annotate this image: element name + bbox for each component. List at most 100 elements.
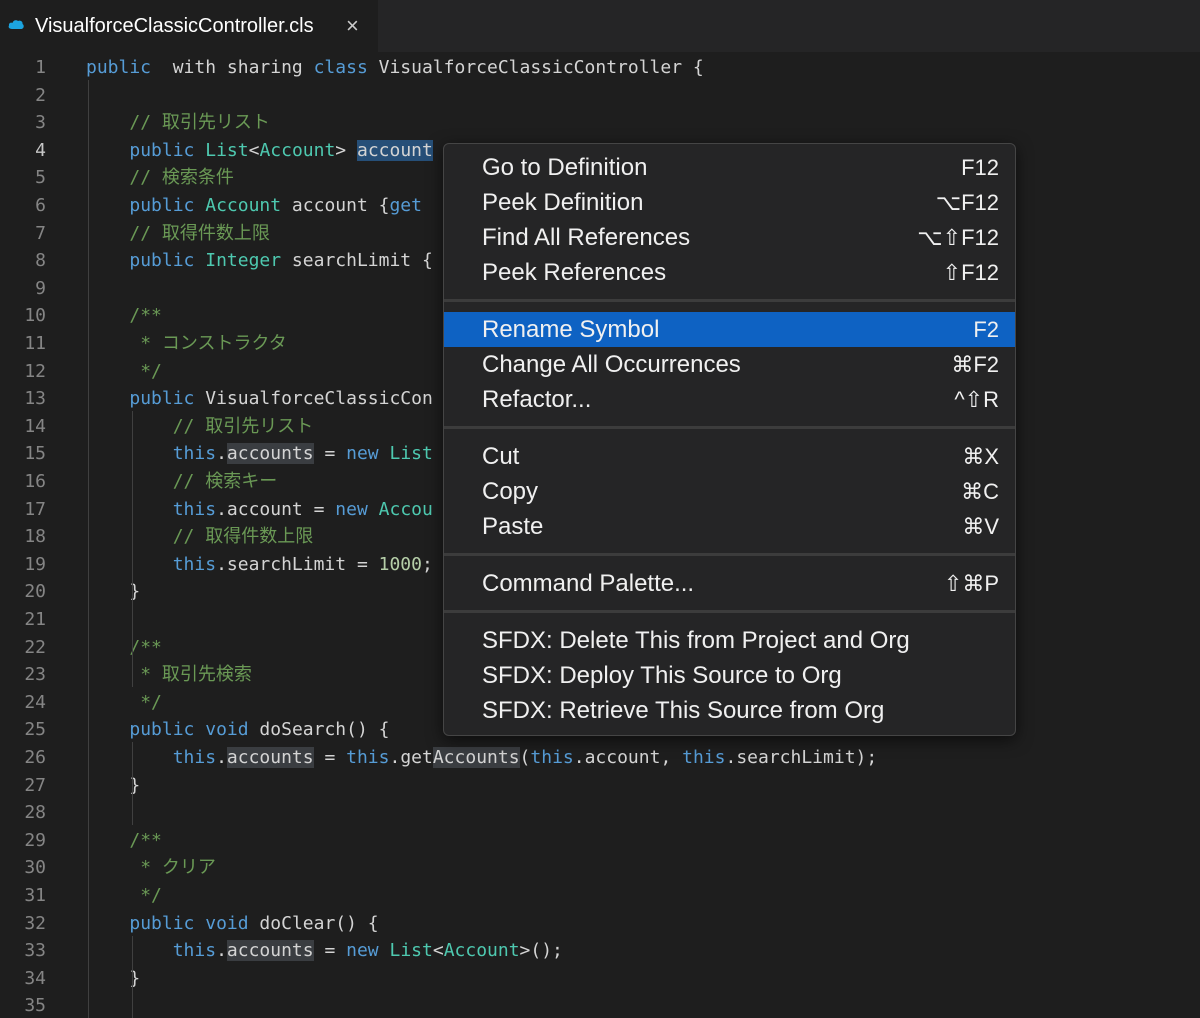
code-text: public void doSearch() { [86,715,389,745]
code-line[interactable]: 31 */ [0,881,1200,909]
code-token: public [129,912,195,934]
menu-item-rename-symbol[interactable]: Rename Symbol F2 [444,312,1015,347]
code-token: with sharing [151,57,314,78]
code-token: accounts [226,747,314,768]
code-token: ; [421,553,433,575]
menu-item-shortcut: ⌘C [961,479,999,504]
line-number: 26 [24,747,46,768]
line-number: 20 [24,581,46,603]
menu-item-shortcut: ^⇧R [954,387,999,412]
code-line[interactable]: 28 [0,798,1200,826]
code-text: this.searchLimit = 1000; [86,550,433,580]
code-text: */ [86,881,162,911]
menu-item-refactor[interactable]: Refactor... ^⇧R [444,382,1015,417]
menu-item-command-palette[interactable]: Command Palette... ⇧⌘P [444,566,1015,601]
code-line[interactable]: 32 public void doClear() { [0,909,1200,937]
menu-item-shortcut: ⌘F2 [951,352,999,377]
code-token: VisualforceClassicController { [367,57,704,78]
line-number: 6 [35,195,46,216]
code-token: new [346,443,379,465]
code-token: this [172,553,217,575]
code-text: /** [86,633,162,663]
menu-item-copy[interactable]: Copy ⌘C [444,474,1015,509]
code-token: doSearch() { [248,719,390,741]
line-number: 27 [24,774,46,796]
close-icon[interactable]: × [346,14,359,38]
line-number: 19 [24,553,46,575]
code-line[interactable]: 35 [0,991,1200,1018]
menu-item-sfdx-delete-this-from-project-and-org[interactable]: SFDX: Delete This from Project and Org [444,623,1015,658]
menu-item-cut[interactable]: Cut ⌘X [444,439,1015,474]
menu-separator [444,610,1015,613]
code-token: Accou [378,498,433,520]
code-token: */ [140,691,162,713]
code-token: >(); [519,940,563,962]
salesforce-cloud-icon [8,20,24,29]
line-number: 5 [35,167,46,189]
line-number: 8 [35,250,46,272]
code-token: . [216,747,227,768]
code-line[interactable]: 26 this.accounts = this.getAccounts(this… [0,743,1200,771]
code-line[interactable]: 2 [0,81,1200,109]
code-token: /** [129,636,162,658]
editor-tab[interactable]: VisualforceClassicController.cls × [0,0,378,52]
code-text: * コンストラクタ [86,329,287,359]
code-line[interactable]: 34 } [0,964,1200,992]
code-token: < [248,139,260,161]
code-text: public with sharing class VisualforceCla… [86,53,704,83]
menu-item-label: Paste [482,513,544,540]
menu-item-label: Rename Symbol [482,316,660,343]
line-number: 18 [24,526,46,548]
code-token: * クリア [140,857,216,879]
code-token: . [216,940,227,962]
code-token: Account [259,139,336,161]
line-number: 31 [24,885,46,906]
menu-item-label: Find All References [482,224,691,251]
menu-item-paste[interactable]: Paste ⌘V [444,509,1015,544]
code-line[interactable]: 29 /** [0,826,1200,854]
code-line[interactable]: 1 public with sharing class VisualforceCl… [0,53,1200,81]
menu-separator [444,299,1015,302]
line-number: 1 [35,57,46,78]
code-token: // 検索キー [172,471,278,492]
code-token: Integer [205,250,282,272]
code-text: // 取引先リスト [86,108,270,138]
code-token: /** [129,829,162,851]
code-token: */ [140,885,162,906]
menu-item-sfdx-retrieve-this-source-from-org[interactable]: SFDX: Retrieve This Source from Org [444,693,1015,728]
menu-item-find-all-references[interactable]: Find All References ⌥⇧F12 [444,220,1015,255]
menu-item-go-to-definition[interactable]: Go to Definition F12 [444,150,1015,185]
menu-item-sfdx-deploy-this-source-to-org[interactable]: SFDX: Deploy This Source to Org [444,658,1015,693]
menu-item-peek-references[interactable]: Peek References ⇧F12 [444,255,1015,290]
code-token: public [129,388,195,410]
code-token: Accounts [432,747,520,768]
code-token: void [205,719,249,741]
line-number: 3 [35,112,46,134]
code-token: = [313,747,347,768]
menu-item-label: SFDX: Deploy This Source to Org [482,662,842,689]
menu-item-peek-definition[interactable]: Peek Definition ⌥F12 [444,185,1015,220]
line-number: 2 [35,84,46,106]
code-line[interactable]: 33 this.accounts = new List<Account>(); [0,936,1200,964]
code-token: Account [443,940,520,962]
code-line[interactable]: 30 * クリア [0,853,1200,881]
line-number: 30 [24,857,46,879]
menu-item-label: Go to Definition [482,154,648,181]
code-token: get [389,195,422,216]
code-line[interactable]: 27 } [0,771,1200,799]
code-token: account { [281,195,390,216]
code-token: List [389,443,433,465]
menu-item-change-all-occurrences[interactable]: Change All Occurrences ⌘F2 [444,347,1015,382]
menu-item-label: Copy [482,478,539,505]
code-line[interactable]: 3 // 取引先リスト [0,108,1200,136]
